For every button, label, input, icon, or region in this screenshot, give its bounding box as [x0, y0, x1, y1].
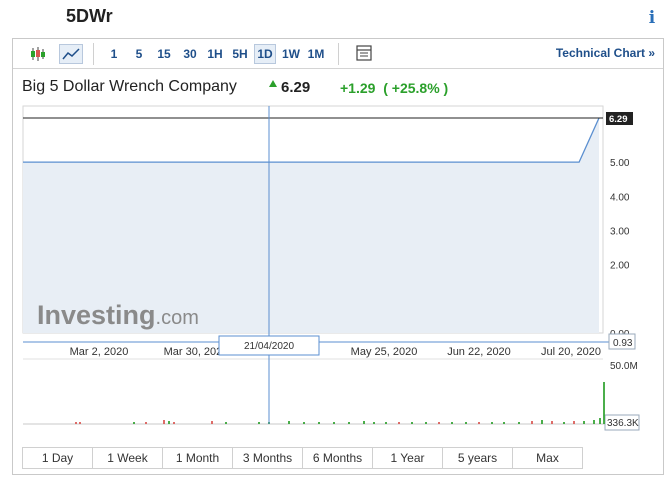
- interval-1w[interactable]: 1W: [280, 44, 302, 64]
- change-value: +1.29: [340, 80, 376, 96]
- page-title: 5DWr: [66, 6, 113, 26]
- volume-bar: [603, 382, 605, 424]
- interval-5[interactable]: 5: [131, 44, 147, 64]
- interval-1h[interactable]: 1H: [205, 44, 225, 64]
- last-price: 6.29: [281, 79, 311, 96]
- y-tick-label: 3.00: [610, 226, 630, 237]
- crosshair-value: 0.93: [613, 338, 633, 349]
- arrow-up-icon: [269, 80, 277, 87]
- range-1-day[interactable]: 1 Day: [22, 447, 93, 469]
- x-tick-label: Jul 20, 2020: [541, 346, 601, 358]
- y-tick-label: 5.00: [610, 158, 630, 169]
- change-percent: ( +25.8% ): [383, 80, 449, 96]
- volume-bar: [425, 422, 427, 424]
- volume-bar: [518, 422, 520, 424]
- x-tick-label: Jun 22, 2020: [447, 346, 511, 358]
- volume-bar: [583, 421, 585, 424]
- line-chart-icon[interactable]: [59, 44, 83, 64]
- volume-bar: [573, 421, 575, 424]
- volume-bar: [541, 420, 543, 424]
- range-max[interactable]: Max: [512, 447, 583, 469]
- range-5-years[interactable]: 5 years: [442, 447, 513, 469]
- range-1-week[interactable]: 1 Week: [92, 447, 163, 469]
- range-1-month[interactable]: 1 Month: [162, 447, 233, 469]
- volume-bar: [348, 422, 350, 424]
- volume-bar: [163, 420, 165, 424]
- volume-bar: [451, 422, 453, 424]
- toolbar-divider: [93, 43, 94, 65]
- interval-15[interactable]: 15: [154, 44, 174, 64]
- range-1-year[interactable]: 1 Year: [372, 447, 443, 469]
- volume-last-label: 336.3K: [607, 418, 639, 429]
- volume-bar: [551, 421, 553, 424]
- volume-bar: [385, 422, 387, 424]
- interval-1m[interactable]: 1M: [305, 44, 327, 64]
- volume-bar: [531, 421, 533, 424]
- watermark-text: Investing: [37, 300, 156, 330]
- interval-30[interactable]: 30: [180, 44, 200, 64]
- volume-bar: [363, 421, 365, 424]
- volume-bar: [318, 422, 320, 424]
- volume-bar: [133, 422, 135, 424]
- y-tick-label: 4.00: [610, 192, 630, 203]
- volume-max-label: 50.0M: [610, 361, 638, 372]
- volume-bar: [599, 418, 601, 424]
- last-price-tag: 6.29: [609, 114, 628, 125]
- volume-bar: [79, 422, 81, 424]
- watermark-suffix: .com: [156, 307, 199, 329]
- toolbar-divider: [338, 43, 339, 65]
- volume-bar: [438, 422, 440, 424]
- y-tick-label: 2.00: [610, 261, 630, 272]
- volume-bar: [398, 422, 400, 424]
- volume-bar: [563, 422, 565, 424]
- interval-1d[interactable]: 1D: [254, 44, 276, 64]
- technical-chart-link[interactable]: Technical Chart »: [556, 46, 655, 60]
- volume-bar: [491, 422, 493, 424]
- chart-widget: 1 5 15 30 1H 5H 1D 1W 1M Technical Chart…: [12, 38, 664, 475]
- range-6-months[interactable]: 6 Months: [302, 447, 373, 469]
- volume-bar: [225, 422, 227, 424]
- range-3-months[interactable]: 3 Months: [232, 447, 303, 469]
- volume-bar: [173, 422, 175, 424]
- volume-bar: [503, 422, 505, 424]
- info-icon[interactable]: i: [644, 8, 660, 28]
- volume-bar: [168, 421, 170, 424]
- x-tick-label: Mar 2, 2020: [70, 346, 129, 358]
- volume-bar: [145, 422, 147, 424]
- interval-5h[interactable]: 5H: [230, 44, 250, 64]
- volume-bar: [303, 422, 305, 424]
- table-icon[interactable]: [355, 44, 373, 64]
- volume-bar: [411, 422, 413, 424]
- volume-bar: [258, 422, 260, 424]
- volume-bar: [211, 421, 213, 424]
- range-selector: 1 Day 1 Week 1 Month 3 Months 6 Months 1 Year…: [22, 447, 583, 469]
- volume-bar: [288, 421, 290, 424]
- page: 5DWr i 1 5 15 30 1H 5H 1D 1W 1M Technica…: [0, 0, 668, 479]
- volume-bar: [593, 420, 595, 424]
- price-chart[interactable]: Investing.com 5.004.003.002.000.006.29 M…: [13, 101, 663, 441]
- crosshair-date: 21/04/2020: [244, 341, 294, 352]
- x-tick-label: May 25, 2020: [351, 346, 418, 358]
- volume-bar: [333, 422, 335, 424]
- volume-bar: [478, 422, 480, 424]
- candlestick-icon[interactable]: [29, 44, 47, 64]
- volume-bar: [75, 422, 77, 424]
- volume-bar: [465, 422, 467, 424]
- company-name: Big 5 Dollar Wrench Company: [22, 78, 237, 95]
- chart-toolbar: 1 5 15 30 1H 5H 1D 1W 1M Technical Chart…: [13, 39, 663, 69]
- interval-1[interactable]: 1: [106, 44, 122, 64]
- price-change: +1.29 ( +25.8% ): [340, 80, 448, 96]
- volume-bar: [373, 422, 375, 424]
